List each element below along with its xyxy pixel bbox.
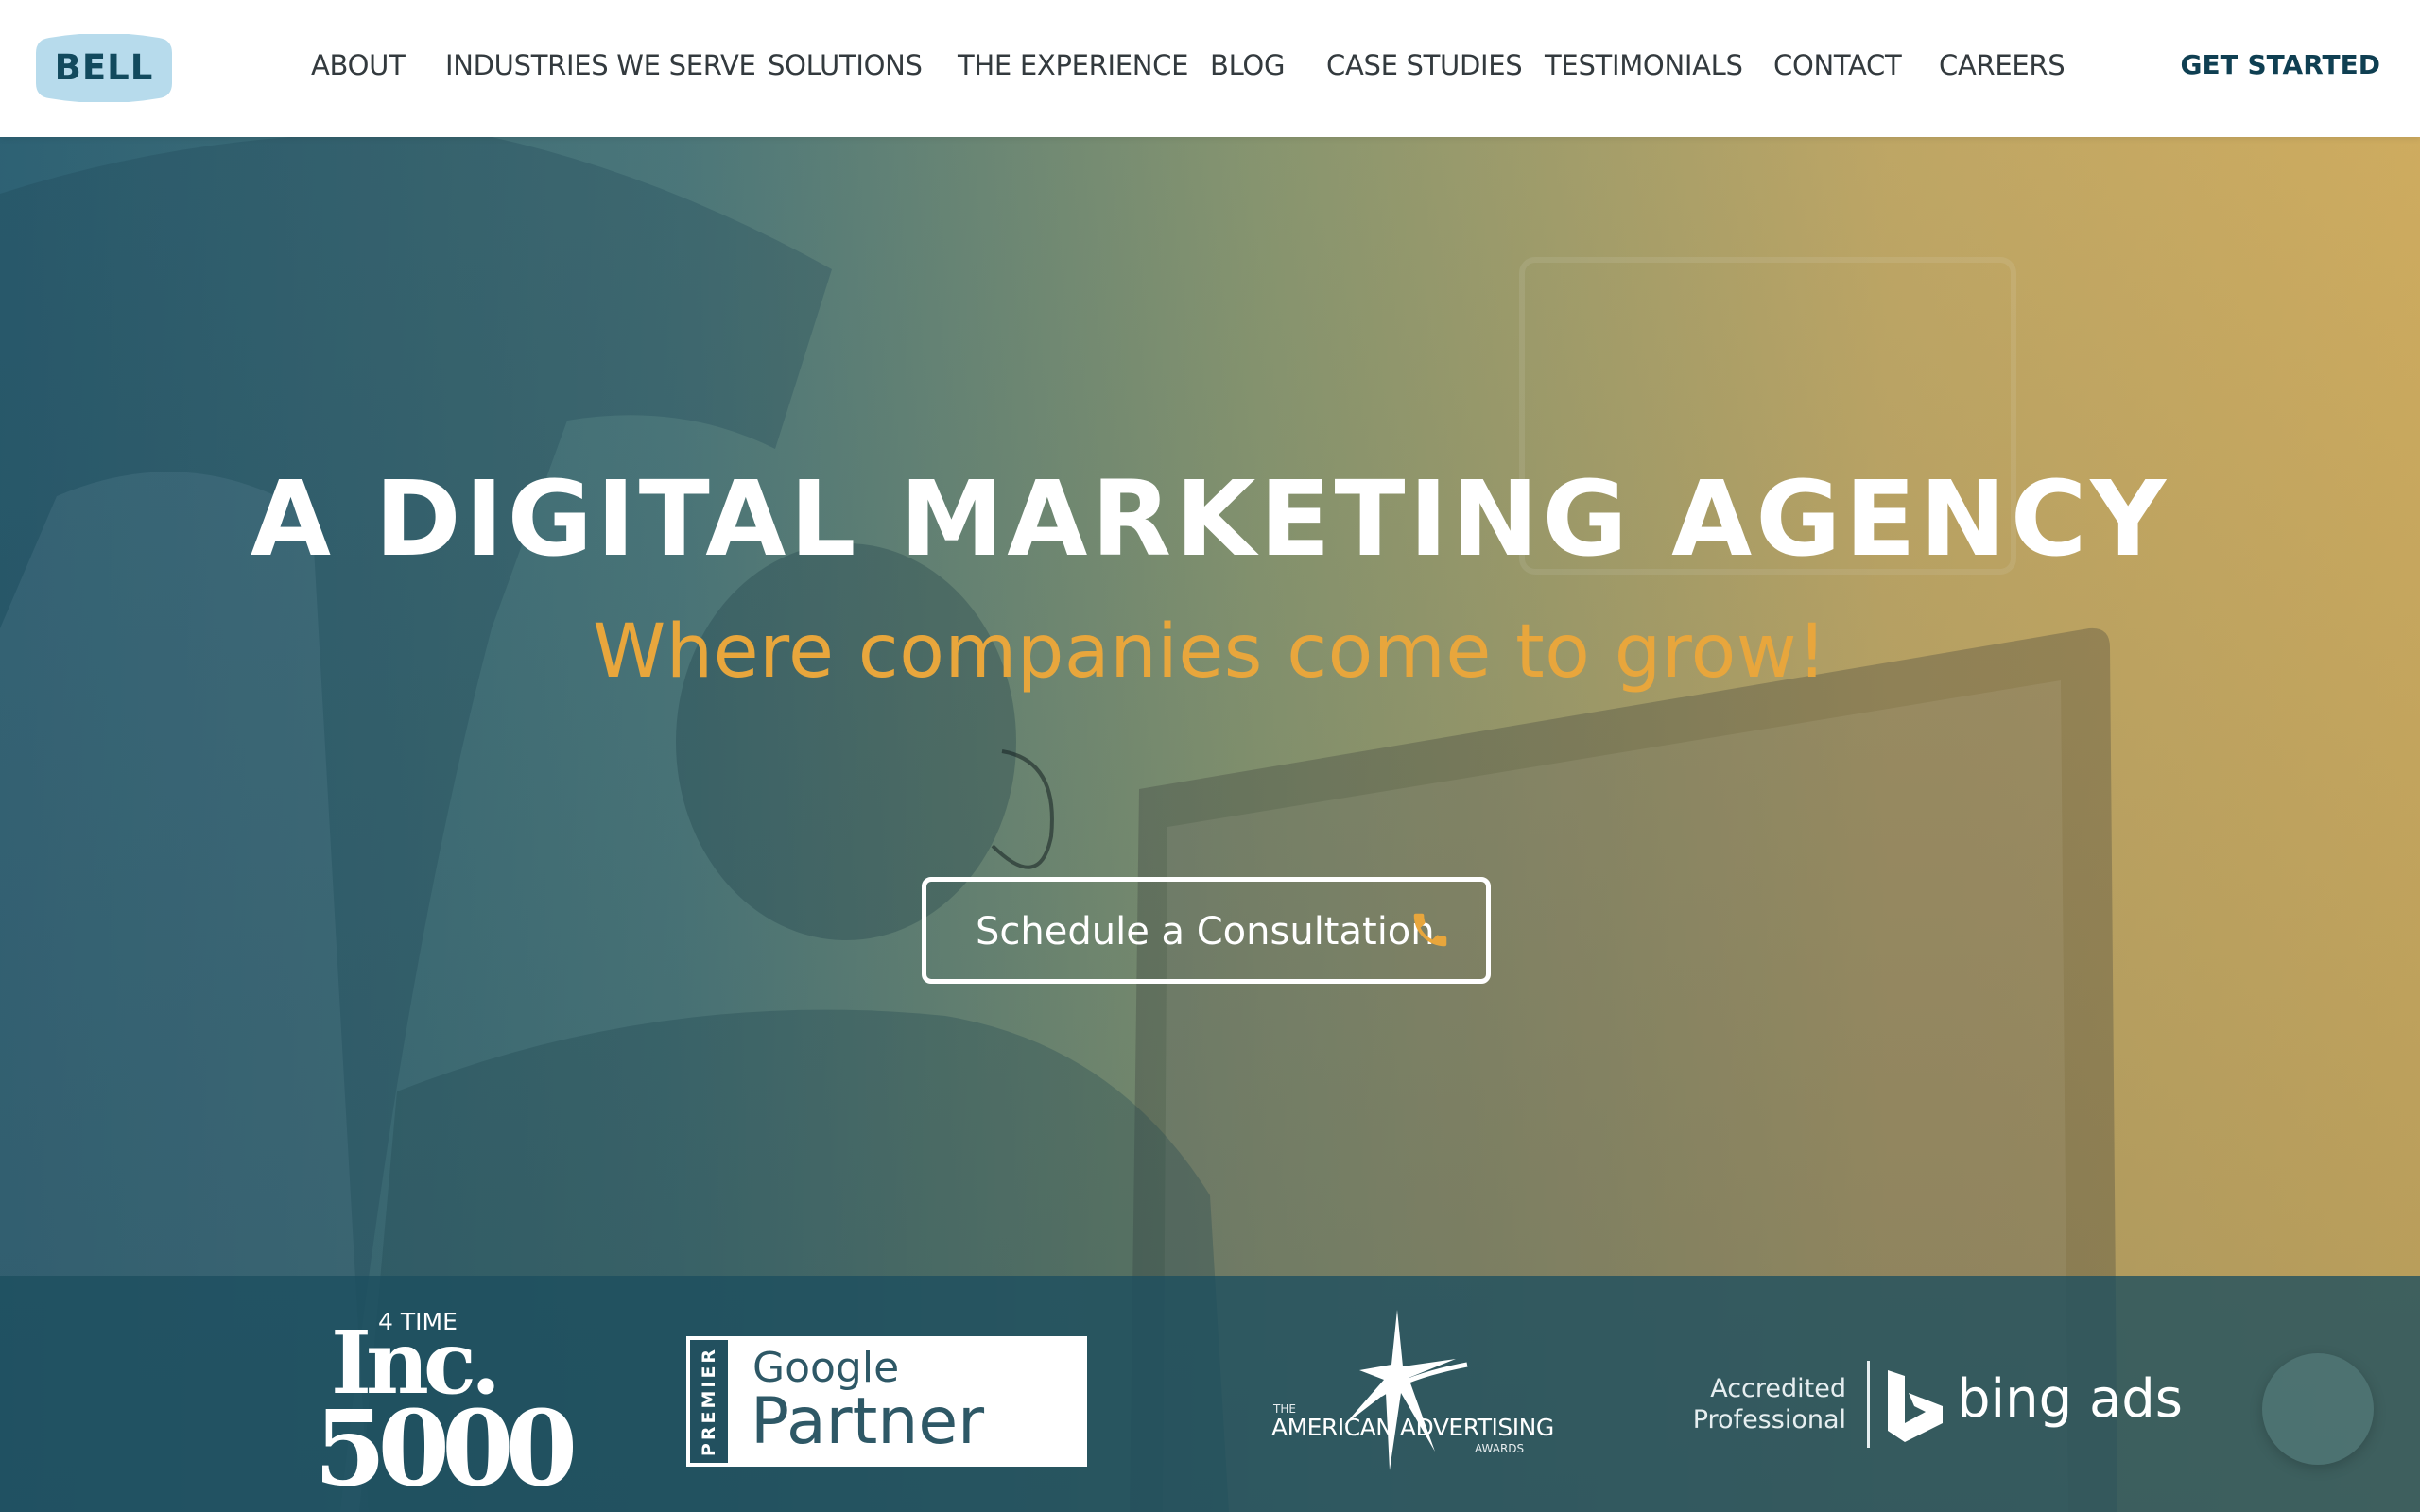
hero-title: A DIGITAL MARKETING AGENCY (250, 458, 2170, 579)
nav-contact[interactable]: CONTACT (1773, 49, 1902, 81)
nav-industries-we-serve[interactable]: INDUSTRIES WE SERVE (445, 49, 756, 81)
hero-section: A DIGITAL MARKETING AGENCY Where compani… (0, 137, 2420, 1512)
nav-solutions[interactable]: SOLUTIONS (768, 49, 923, 81)
bing-accredited-text: Accredited Professional (1683, 1373, 1846, 1435)
bing-logo-icon (1888, 1370, 1943, 1442)
inc-5000-number: 5000 (314, 1387, 578, 1509)
nav-case-studies[interactable]: CASE STUDIES (1326, 49, 1523, 81)
nav-blog[interactable]: BLOG (1210, 49, 1285, 81)
nav-about[interactable]: ABOUT (311, 49, 406, 81)
premier-label: PREMIER (699, 1346, 719, 1457)
bing-accredited-line2: Professional (1692, 1405, 1846, 1435)
bing-accredited-line1: Accredited (1710, 1374, 1846, 1403)
site-header: BELL ABOUT INDUSTRIES WE SERVE SOLUTIONS… (0, 0, 2420, 137)
nav-careers[interactable]: CAREERS (1939, 49, 2066, 81)
bing-ads-text: bing ads (1957, 1368, 2183, 1430)
american-advertising-star-icon (1344, 1310, 1468, 1470)
partner-text: Partner (751, 1384, 985, 1459)
aaa-name-label: AMERICAN ADVERTISING (1271, 1414, 1554, 1441)
awards-bar: 4 TIME Inc. 5000 PREMIER Google Partner … (0, 1276, 2420, 1512)
get-started-button[interactable]: GET STARTED (2181, 49, 2381, 80)
chat-icon[interactable] (2262, 1353, 2374, 1465)
bell-logo[interactable]: BELL (36, 34, 172, 102)
schedule-consultation-label: Schedule a Consultation (976, 910, 1435, 954)
logo-text: BELL (54, 47, 154, 88)
nav-testimonials[interactable]: TESTIMONIALS (1545, 49, 1743, 81)
phone-icon (1413, 913, 1447, 947)
premier-strip: PREMIER (690, 1340, 728, 1463)
nav-the-experience[interactable]: THE EXPERIENCE (958, 49, 1188, 81)
google-partner-badge: PREMIER Google Partner (686, 1336, 1087, 1467)
hero-subtitle: Where companies come to grow! (593, 610, 1827, 695)
bing-divider (1867, 1361, 1870, 1448)
aaa-awards-label: AWARDS (1475, 1442, 1525, 1455)
schedule-consultation-button[interactable]: Schedule a Consultation (922, 877, 1491, 984)
